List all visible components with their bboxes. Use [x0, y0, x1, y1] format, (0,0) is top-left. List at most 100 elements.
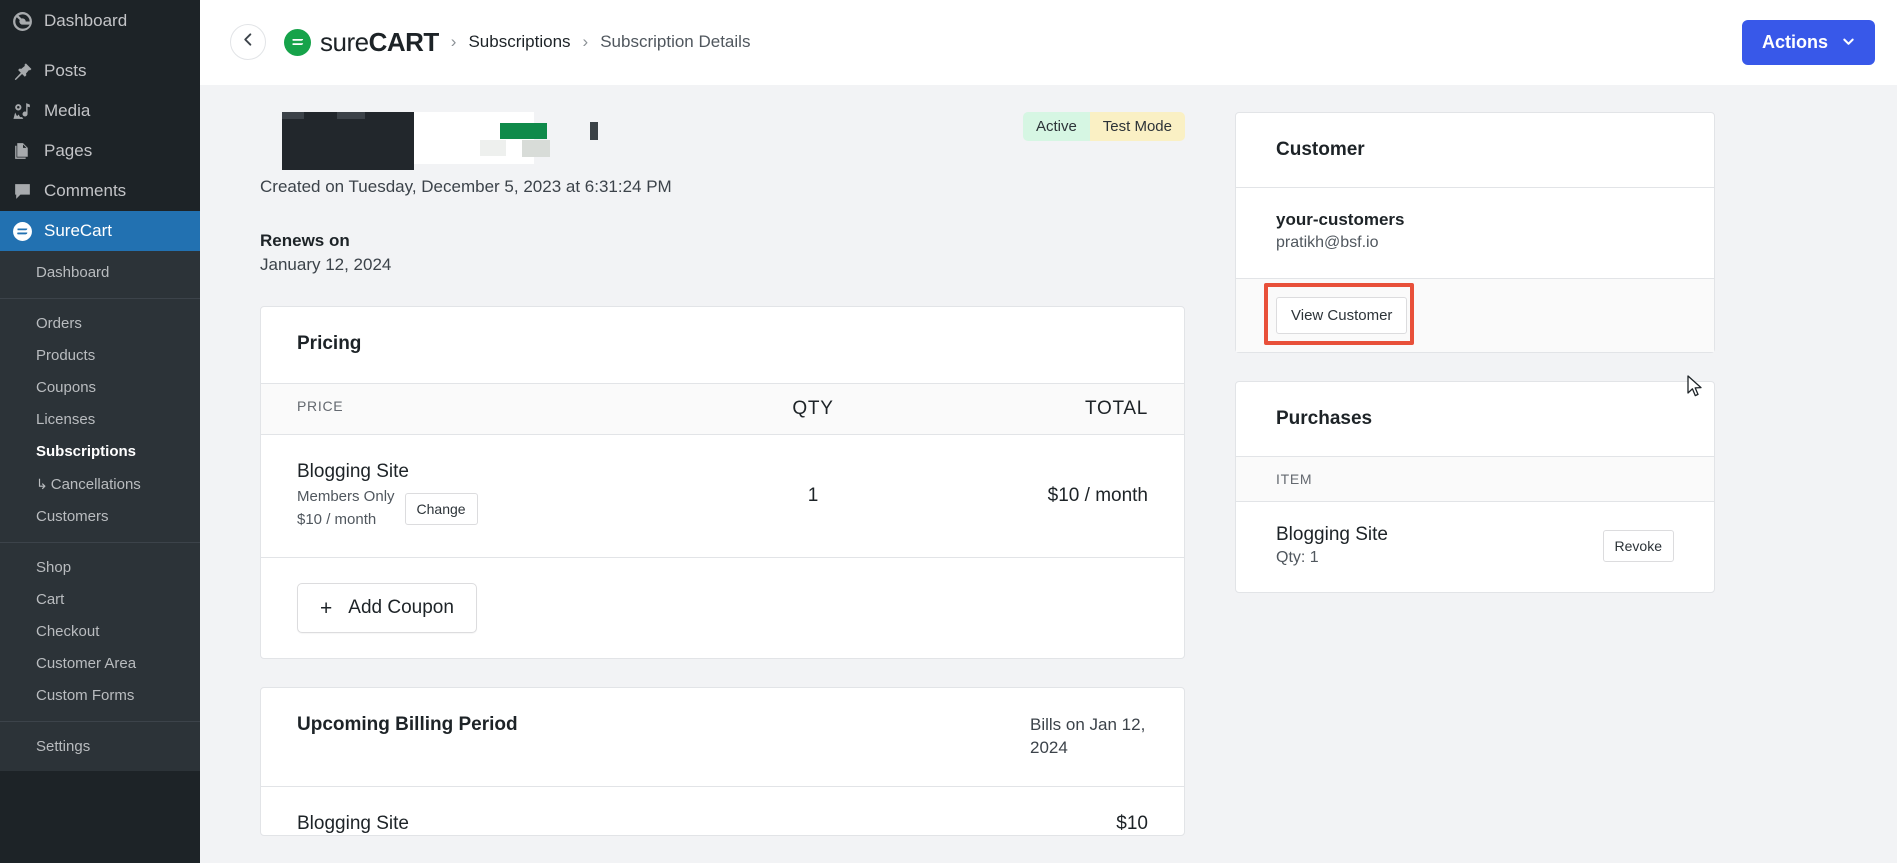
image-block-dark — [282, 112, 414, 170]
purchase-name: Blogging Site — [1276, 524, 1603, 546]
breadcrumb-separator: › — [451, 32, 457, 52]
sidebar-submenu: Dashboard Orders Products Coupons Licens… — [0, 251, 200, 771]
sidebar-item-comments[interactable]: Comments — [0, 171, 200, 211]
col-header-price: PRICE — [297, 398, 708, 420]
submenu-divider — [0, 298, 200, 299]
sidebar-item-media[interactable]: Media — [0, 91, 200, 131]
billing-card-title: Upcoming Billing Period — [297, 714, 518, 736]
purchases-card: Purchases ITEM Blogging Site Qty: 1 Revo… — [1235, 381, 1715, 593]
customer-email: pratikh@bsf.io — [1276, 234, 1674, 252]
sidebar-subitem-licenses[interactable]: Licenses — [0, 404, 200, 436]
breadcrumb-separator: › — [583, 32, 589, 52]
sidebar-subitem-orders[interactable]: Orders — [0, 308, 200, 340]
bills-on-text: Bills on Jan 12, 2024 — [1030, 714, 1148, 760]
billing-item-amount: $10 — [1116, 813, 1148, 835]
page-header: sureCART › Subscriptions › Subscription … — [200, 0, 1897, 85]
revoke-button[interactable]: Revoke — [1603, 530, 1674, 562]
actions-button-label: Actions — [1762, 32, 1828, 53]
purchase-qty: Qty: 1 — [1276, 549, 1603, 567]
pricing-cell-total: $10 / month — [918, 485, 1148, 507]
view-customer-button[interactable]: View Customer — [1276, 297, 1407, 334]
created-on-text: Created on Tuesday, December 5, 2023 at … — [260, 175, 1185, 199]
pricing-table-header: PRICE QTY TOTAL — [261, 383, 1184, 435]
sidebar-item-label: SureCart — [44, 220, 112, 242]
customer-card-body: your-customers pratikh@bsf.io — [1236, 187, 1714, 278]
left-column: Created on Tuesday, December 5, 2023 at … — [260, 112, 1185, 836]
billing-row: Blogging Site $10 — [261, 786, 1184, 835]
arrow-left-icon — [241, 32, 256, 52]
renews-date: January 12, 2024 — [260, 253, 1185, 278]
sidebar-subitem-cancellations[interactable]: ↳Cancellations — [0, 468, 200, 501]
media-icon — [11, 100, 33, 122]
product-variant: Members Only — [297, 486, 395, 509]
sidebar-item-surecart[interactable]: SureCart — [0, 211, 200, 251]
sidebar-subitem-custom-forms[interactable]: Custom Forms — [0, 680, 200, 712]
col-header-total: TOTAL — [918, 398, 1148, 420]
pages-icon — [11, 140, 33, 162]
sidebar-subitem-cart[interactable]: Cart — [0, 584, 200, 616]
page-content: Created on Tuesday, December 5, 2023 at … — [200, 85, 1897, 863]
sidebar-item-label: Comments — [44, 180, 126, 202]
surecart-icon — [11, 220, 33, 242]
image-chip-1 — [282, 112, 304, 119]
sidebar-item-label: Dashboard — [44, 10, 127, 32]
status-badge-active: Active — [1023, 112, 1090, 141]
purchase-info: Blogging Site Qty: 1 — [1276, 524, 1603, 567]
right-column: Customer your-customers pratikh@bsf.io V… — [1235, 112, 1715, 593]
brand-cart: CART — [369, 27, 439, 57]
sidebar-item-label: Media — [44, 100, 90, 122]
sidebar-item-pages[interactable]: Pages — [0, 131, 200, 171]
pricing-cell-qty: 1 — [708, 485, 918, 507]
submenu-divider — [0, 721, 200, 722]
product-name: Blogging Site — [297, 461, 708, 483]
purchases-col-header-item: ITEM — [1236, 456, 1714, 502]
customer-card-title: Customer — [1236, 113, 1714, 187]
pin-icon — [11, 60, 33, 82]
customer-card: Customer your-customers pratikh@bsf.io V… — [1235, 112, 1715, 353]
renews-block: Renews on January 12, 2024 — [260, 229, 1185, 278]
coupon-zone: + Add Coupon — [261, 557, 1184, 658]
sidebar-subitem-coupons[interactable]: Coupons — [0, 372, 200, 404]
actions-button[interactable]: Actions — [1742, 20, 1875, 65]
product-image-placeholder — [232, 112, 532, 170]
surecart-logo-icon — [284, 29, 311, 56]
breadcrumb-subscriptions[interactable]: Subscriptions — [468, 32, 570, 52]
brand-wordmark: sureCART — [320, 29, 439, 55]
wp-admin-sidebar: Dashboard Posts Media Pages Commen — [0, 0, 200, 863]
renews-label: Renews on — [260, 229, 1185, 254]
sidebar-subitem-customers[interactable]: Customers — [0, 501, 200, 533]
pricing-card-title: Pricing — [261, 307, 1184, 383]
pricing-card: Pricing PRICE QTY TOTAL Blogging Site Me… — [260, 306, 1185, 659]
image-chip-2 — [337, 112, 365, 119]
image-chip-gray-1 — [480, 140, 506, 156]
sidebar-subitem-checkout[interactable]: Checkout — [0, 616, 200, 648]
status-badge-test-mode: Test Mode — [1090, 112, 1185, 141]
image-chip-green — [500, 123, 547, 139]
billing-item-name: Blogging Site — [297, 813, 1116, 835]
main-area: sureCART › Subscriptions › Subscription … — [200, 0, 1897, 863]
sidebar-subitem-dashboard[interactable]: Dashboard — [0, 257, 200, 289]
change-price-button[interactable]: Change — [405, 493, 478, 525]
chevron-down-icon — [1842, 32, 1855, 53]
sidebar-item-posts[interactable]: Posts — [0, 51, 200, 91]
list-item: Blogging Site Qty: 1 Revoke — [1236, 502, 1714, 592]
status-badges: Active Test Mode — [1023, 112, 1185, 141]
sidebar-subitem-subscriptions[interactable]: Subscriptions — [0, 436, 200, 468]
submenu-divider — [0, 542, 200, 543]
sidebar-item-label: Posts — [44, 60, 87, 82]
comments-icon — [11, 180, 33, 202]
surecart-brand[interactable]: sureCART — [284, 29, 439, 56]
sidebar-item-label: Pages — [44, 140, 92, 162]
sidebar-subitem-settings[interactable]: Settings — [0, 731, 200, 763]
add-coupon-button[interactable]: + Add Coupon — [297, 583, 477, 633]
sidebar-subitem-customer-area[interactable]: Customer Area — [0, 648, 200, 680]
customer-card-footer: View Customer — [1236, 278, 1714, 352]
back-button[interactable] — [230, 24, 266, 60]
sidebar-item-dashboard[interactable]: Dashboard — [0, 0, 200, 42]
sidebar-subitem-shop[interactable]: Shop — [0, 552, 200, 584]
image-chip-gray-2 — [522, 140, 550, 157]
subscription-summary: Created on Tuesday, December 5, 2023 at … — [260, 112, 1185, 278]
sidebar-subitem-products[interactable]: Products — [0, 340, 200, 372]
add-coupon-label: Add Coupon — [348, 597, 454, 619]
image-chip-3 — [590, 122, 598, 140]
